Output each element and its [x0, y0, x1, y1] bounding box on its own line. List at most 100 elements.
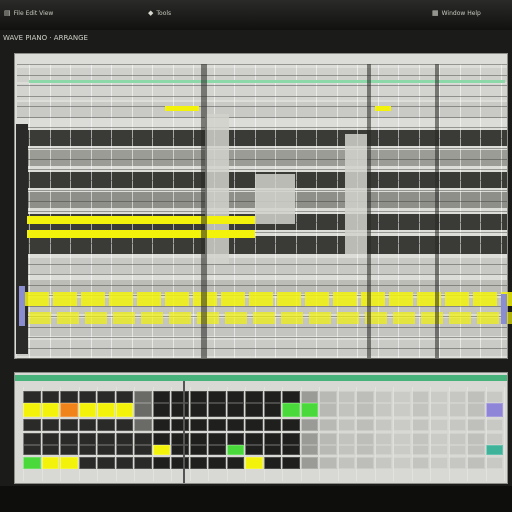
clip-slot[interactable] [374, 391, 392, 403]
clip-slot[interactable] [78, 391, 96, 403]
clip-slot[interactable] [393, 433, 411, 445]
clip-slot[interactable] [448, 403, 466, 417]
clip-slot[interactable] [467, 445, 485, 455]
clip-slot[interactable] [226, 419, 244, 431]
note-clip[interactable] [337, 312, 359, 324]
clip-slot[interactable] [134, 457, 152, 469]
clip-slot[interactable] [41, 445, 59, 455]
clip-slot[interactable] [134, 445, 152, 455]
note-clip[interactable] [165, 292, 189, 306]
clip-slot[interactable] [171, 391, 189, 403]
clip-slot[interactable] [208, 403, 226, 417]
clip-small-2[interactable] [375, 106, 391, 111]
clip-slot[interactable] [226, 391, 244, 403]
clip-slot[interactable] [411, 419, 429, 431]
clip-slot[interactable] [485, 403, 503, 417]
clip-slot[interactable] [171, 445, 189, 455]
clip-slot[interactable] [356, 445, 374, 455]
clip-slot[interactable] [152, 403, 170, 417]
clip-slot[interactable] [430, 419, 448, 431]
clip-slot[interactable] [78, 419, 96, 431]
note-clip[interactable] [249, 292, 273, 306]
clip-slot[interactable] [282, 457, 300, 469]
clip-slot[interactable] [189, 445, 207, 455]
note-clip[interactable] [221, 292, 245, 306]
clip-slot[interactable] [23, 445, 41, 455]
menu-window[interactable]: ▦ Window Help [432, 9, 481, 17]
note-clip[interactable] [57, 312, 79, 324]
clip-slot[interactable] [23, 419, 41, 431]
clip-slot[interactable] [319, 391, 337, 403]
clip-slot[interactable] [282, 445, 300, 455]
clip-slot[interactable] [337, 445, 355, 455]
clip-slot[interactable] [41, 391, 59, 403]
clip-slot[interactable] [337, 403, 355, 417]
clip-slot[interactable] [393, 419, 411, 431]
clip-slot[interactable] [41, 433, 59, 445]
clip-slot[interactable] [263, 457, 281, 469]
clip-slot[interactable] [356, 391, 374, 403]
note-clip[interactable] [333, 292, 357, 306]
menu-tools[interactable]: ◆ Tools [148, 9, 171, 17]
clip-slot[interactable] [208, 445, 226, 455]
clip-slot[interactable] [171, 433, 189, 445]
note-clip[interactable] [137, 292, 161, 306]
clip-slot[interactable] [356, 403, 374, 417]
clip-slot[interactable] [245, 403, 263, 417]
clip-slot[interactable] [374, 457, 392, 469]
clip-slot[interactable] [448, 445, 466, 455]
note-clip[interactable] [389, 292, 413, 306]
note-clip[interactable] [473, 292, 497, 306]
note-clip[interactable] [25, 292, 49, 306]
clip-slot[interactable] [374, 433, 392, 445]
clip-slot[interactable] [393, 445, 411, 455]
clip-slot[interactable] [282, 419, 300, 431]
clip-slot[interactable] [411, 391, 429, 403]
clip-slot[interactable] [152, 391, 170, 403]
clip-slot[interactable] [226, 457, 244, 469]
clip-slot[interactable] [319, 419, 337, 431]
note-clip[interactable] [53, 292, 77, 306]
clip-slot[interactable] [189, 419, 207, 431]
clip-slot[interactable] [300, 445, 318, 455]
clip-slot[interactable] [78, 445, 96, 455]
clip-slot[interactable] [319, 457, 337, 469]
clip-slot[interactable] [152, 445, 170, 455]
clip-slot[interactable] [356, 457, 374, 469]
clip-slot[interactable] [319, 445, 337, 455]
clip-slot[interactable] [430, 403, 448, 417]
clip-slot[interactable] [467, 433, 485, 445]
clip-slot[interactable] [134, 403, 152, 417]
clip-slot[interactable] [23, 391, 41, 403]
clip-slot[interactable] [411, 433, 429, 445]
clip-slot[interactable] [430, 457, 448, 469]
clip-slot[interactable] [337, 419, 355, 431]
clip-slot[interactable] [393, 403, 411, 417]
clip-slot[interactable] [78, 403, 96, 417]
clip-slot[interactable] [448, 391, 466, 403]
note-clip[interactable] [393, 312, 415, 324]
clip-slot[interactable] [282, 391, 300, 403]
clip-slot[interactable] [300, 433, 318, 445]
arrangement-grid[interactable] [14, 53, 512, 359]
note-clip[interactable] [109, 292, 133, 306]
note-clip[interactable] [421, 312, 443, 324]
clip-slot[interactable] [448, 457, 466, 469]
clip-slot[interactable] [374, 419, 392, 431]
clip-slot[interactable] [41, 457, 59, 469]
clip-slot[interactable] [448, 419, 466, 431]
clip-slot[interactable] [430, 391, 448, 403]
clip-slot[interactable] [263, 391, 281, 403]
clip-large-lower[interactable] [27, 230, 255, 238]
clip-slot[interactable] [189, 433, 207, 445]
clip-slot[interactable] [41, 403, 59, 417]
clip-slot[interactable] [97, 445, 115, 455]
clip-slot[interactable] [115, 403, 133, 417]
clip-slot[interactable] [60, 391, 78, 403]
note-clip[interactable] [141, 312, 163, 324]
clip-slot[interactable] [300, 391, 318, 403]
clip-slot[interactable] [226, 403, 244, 417]
clip-slot[interactable] [467, 419, 485, 431]
clip-slot[interactable] [356, 419, 374, 431]
clip-slot[interactable] [467, 403, 485, 417]
